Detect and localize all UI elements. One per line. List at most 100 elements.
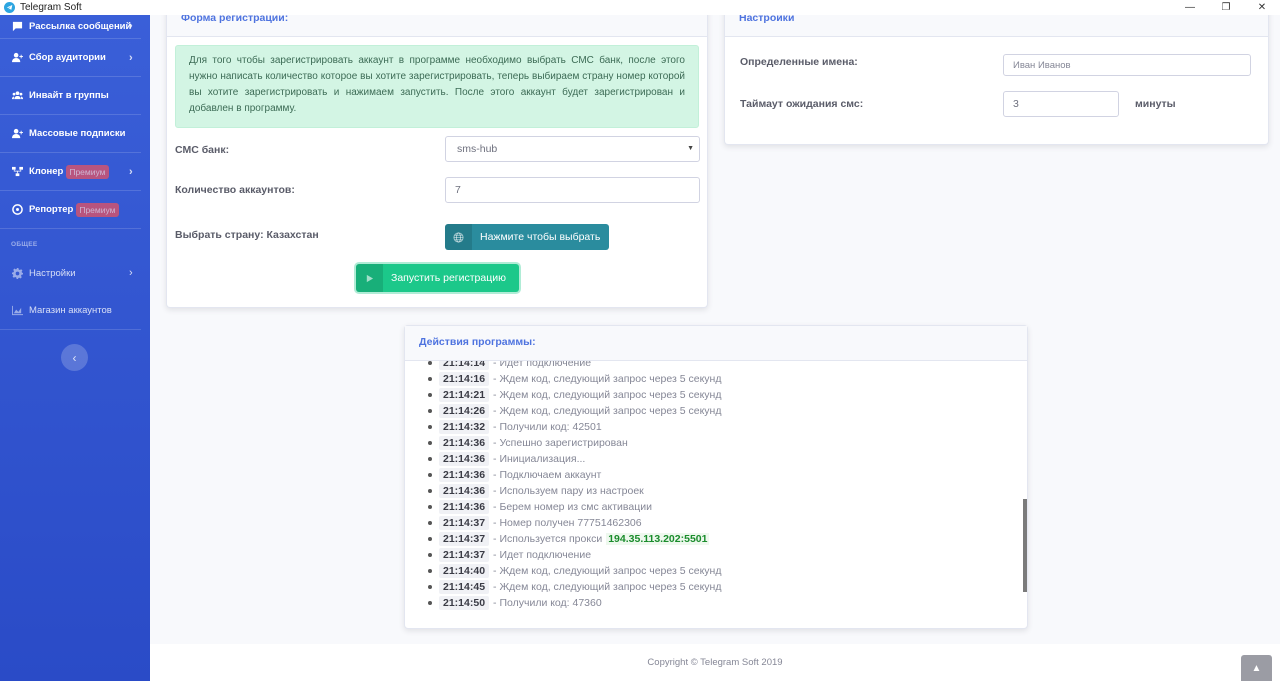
log-entry: 21:14:16- Ждем код, следующий запрос чер… [405, 371, 721, 387]
log-time: 21:14:37 [439, 532, 490, 546]
log-entry: 21:14:45- Ждем код, следующий запрос чер… [405, 579, 721, 595]
log-scrollbar[interactable] [1023, 499, 1027, 592]
choose-country-label: Нажмите чтобы выбрать [480, 231, 601, 243]
users-icon [11, 90, 23, 102]
close-button[interactable]: ✕ [1244, 0, 1280, 15]
log-text: - Получили код: 47360 [493, 597, 602, 609]
log-text: - Номер получен 77751462306 [493, 517, 642, 529]
user-plus-icon [11, 52, 23, 64]
bullet-icon [428, 505, 432, 509]
log-time: 21:14:14 [439, 361, 490, 370]
log-list: 21:14:14- Идет подключение 21:14:16- Ждем… [405, 361, 721, 611]
log-entry: 21:14:14- Идет подключение [405, 361, 721, 371]
sidebar-heading: ОБЩЕЕ [11, 241, 38, 248]
log-time: 21:14:21 [439, 388, 490, 402]
globe-icon [445, 224, 472, 250]
account-count-value: 7 [455, 184, 461, 196]
proxy-address: 194.35.113.202:5501 [606, 533, 710, 545]
registration-card: Форма регистрации: Для того чтобы зареги… [166, 2, 708, 308]
sidebar-item-shop[interactable]: Магазин аккаунтов [0, 292, 141, 330]
sidebar-toggle-button[interactable]: ‹ [61, 344, 88, 371]
log-time: 21:14:45 [439, 580, 490, 594]
bullet-icon [428, 377, 432, 381]
sms-bank-select[interactable]: sms-hub ▼ [445, 136, 700, 162]
start-registration-button[interactable]: Запустить регистрацию [356, 264, 519, 292]
chevron-right-icon: › [129, 267, 133, 279]
log-entry: 21:14:37- Идет подключение [405, 547, 721, 563]
bullet-icon [428, 441, 432, 445]
sms-bank-label: СМС банк: [175, 144, 230, 156]
bullet-icon [428, 537, 432, 541]
log-entry: 21:14:36- Инициализация... [405, 451, 721, 467]
timeout-value: 3 [1013, 98, 1019, 110]
play-icon [356, 264, 383, 292]
bullet-icon [428, 585, 432, 589]
log-entry: 21:14:32- Получили код: 42501 [405, 419, 721, 435]
log-entry: 21:14:21- Ждем код, следующий запрос чер… [405, 387, 721, 403]
chat-icon [11, 21, 23, 33]
sidebar-item-subscriptions[interactable]: Массовые подписки [0, 115, 141, 153]
chevron-up-icon: ▲ [1251, 662, 1262, 674]
choose-country-button[interactable]: Нажмите чтобы выбрать [445, 224, 609, 250]
log-entry: 21:14:37- Используется прокси 194.35.113.… [405, 531, 721, 547]
sidebar-item-label: Магазин аккаунтов [29, 305, 112, 316]
log-entry: 21:14:36- Успешно зарегистрирован [405, 435, 721, 451]
sidebar-item-invite[interactable]: Инвайт в группы [0, 77, 141, 115]
log-text: - Ждем код, следующий запрос через 5 сек… [493, 581, 722, 593]
bullet-icon [428, 521, 432, 525]
sidebar-item-label: Настройки [29, 267, 76, 279]
country-label: Выбрать страну: Казахстан [175, 229, 319, 241]
timeout-input[interactable]: 3 [1003, 91, 1119, 117]
minimize-button[interactable]: — [1172, 0, 1208, 15]
timeout-unit: минуты [1135, 98, 1176, 110]
window-title: Telegram Soft [20, 2, 82, 13]
sidebar-item-audience[interactable]: Сбор аудитории › [0, 39, 141, 77]
log-text: - Успешно зарегистрирован [493, 437, 628, 449]
sidebar-item-settings[interactable]: Настройки › [0, 254, 141, 292]
copyright-text: Copyright © Telegram Soft 2019 [647, 657, 783, 668]
names-placeholder: Иван Иванов [1013, 59, 1071, 71]
sms-bank-value: sms-hub [457, 143, 498, 155]
crosshair-icon [11, 204, 23, 216]
chevron-right-icon: › [129, 52, 133, 64]
bullet-icon [428, 457, 432, 461]
names-label: Определенные имена: [740, 56, 858, 68]
sidebar-item-label: Сбор аудитории [29, 52, 106, 63]
account-count-input[interactable]: 7 [445, 177, 700, 203]
bullet-icon [428, 361, 432, 365]
bullet-icon [428, 553, 432, 557]
sidebar-item-cloner[interactable]: Клонер Премиум › [0, 153, 141, 191]
chart-area-icon [11, 305, 23, 317]
sidebar-item-mailing[interactable]: Рассылка сообщений › [0, 15, 141, 39]
log-scroll-area[interactable]: 21:14:14- Идет подключение 21:14:16- Ждем… [405, 361, 1022, 627]
log-time: 21:14:26 [439, 404, 490, 418]
chevron-right-icon: › [129, 166, 133, 178]
log-time: 21:14:40 [439, 564, 490, 578]
log-text: - Получили код: 42501 [493, 421, 602, 433]
gear-icon [11, 267, 23, 279]
restore-button[interactable]: ❐ [1208, 0, 1244, 15]
names-input[interactable]: Иван Иванов [1003, 54, 1251, 76]
user-plus-icon [11, 128, 23, 140]
sidebar-item-label: Репортер [29, 204, 74, 215]
log-text: - Ждем код, следующий запрос через 5 сек… [493, 373, 722, 385]
sidebar-item-reporter[interactable]: Репортер Премиум [0, 191, 141, 229]
log-time: 21:14:16 [439, 372, 490, 386]
bullet-icon [428, 393, 432, 397]
log-text: - Подключаем аккаунт [493, 469, 602, 481]
log-time: 21:14:36 [439, 436, 490, 450]
bullet-icon [428, 569, 432, 573]
log-entry: 21:14:40- Ждем код, следующий запрос чер… [405, 563, 721, 579]
log-text: - Идет подключение [493, 361, 592, 369]
log-entry: 21:14:37- Номер получен 77751462306 [405, 515, 721, 531]
scroll-to-top-button[interactable]: ▲ [1241, 655, 1272, 681]
sidebar-item-label: Рассылка сообщений [29, 21, 132, 32]
premium-badge: Премиум [66, 164, 109, 179]
log-text: - Используем пару из настроек [493, 485, 644, 497]
log-text: - Ждем код, следующий запрос через 5 сек… [493, 565, 722, 577]
log-entry: 21:14:36- Используем пару из настроек [405, 483, 721, 499]
timeout-label: Таймаут ожидания смс: [740, 98, 864, 110]
log-time: 21:14:36 [439, 452, 490, 466]
log-time: 21:14:50 [439, 596, 490, 610]
chevron-left-icon: ‹ [72, 350, 77, 365]
